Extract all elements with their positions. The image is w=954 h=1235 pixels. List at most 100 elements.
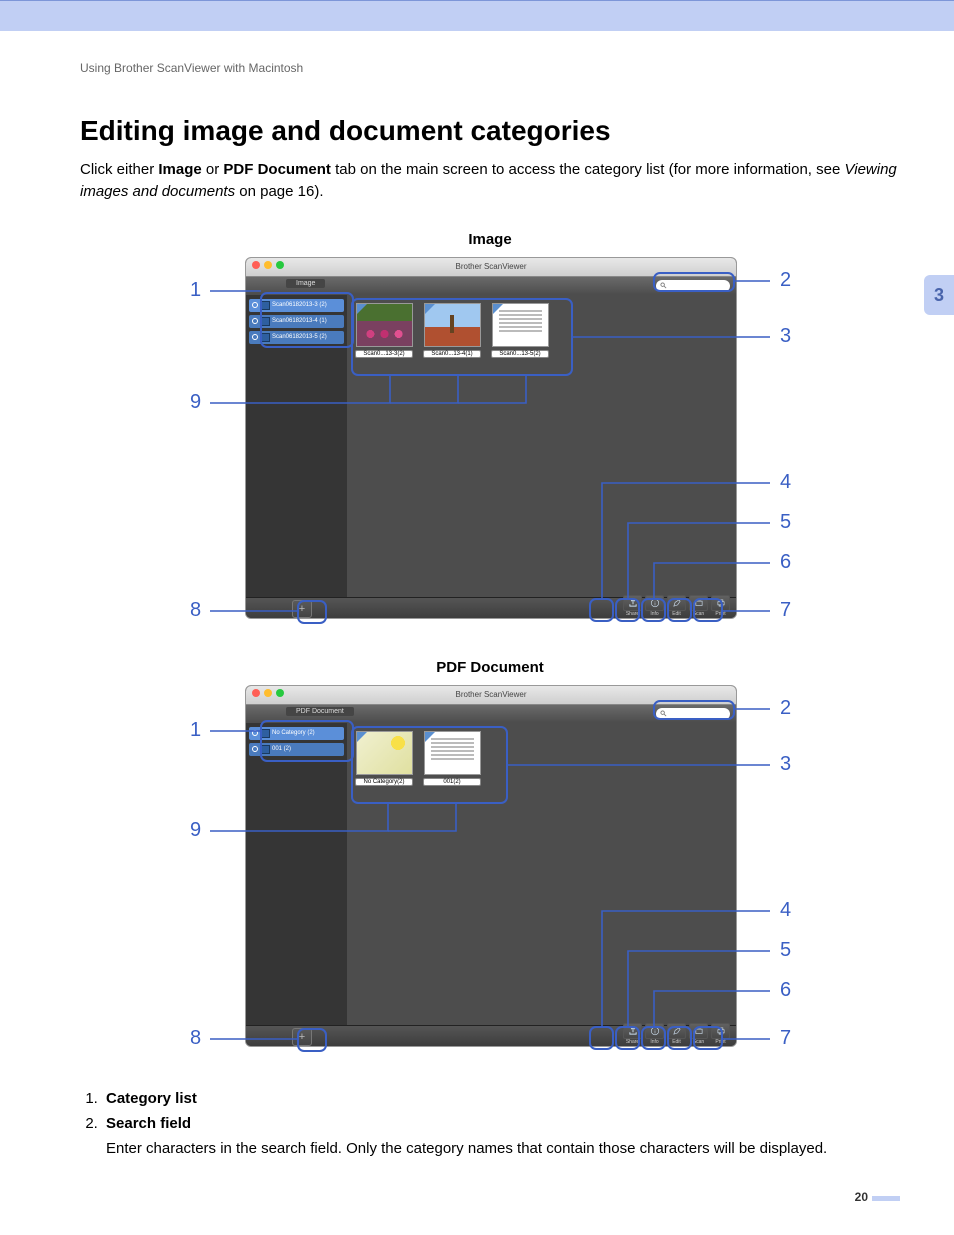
callout-6: 6 [778, 551, 793, 574]
page-number-value: 20 [855, 1190, 868, 1204]
search-input[interactable] [656, 280, 730, 292]
search-icon [660, 710, 667, 717]
category-item[interactable]: 001 (2) [249, 743, 344, 756]
category-list[interactable]: Scan06182013-3 (2) Scan06182013-4 (1) Sc… [246, 295, 347, 597]
svg-text:i: i [654, 601, 655, 607]
thumbnail[interactable]: Scan0...13-4(1) [423, 303, 481, 589]
add-button[interactable]: + [292, 1028, 312, 1046]
scan-button[interactable]: Scan [689, 595, 708, 617]
figure-image: Image Brother ScanViewer Image Scan06182… [150, 231, 830, 639]
callout-2: 2 [778, 697, 793, 720]
info-label: Info [650, 1039, 658, 1045]
intro-text: Click either [80, 161, 158, 178]
share-label: Share [626, 1039, 639, 1045]
category-label: Scan06182013-3 (2) [272, 302, 327, 308]
category-item[interactable]: Scan06182013-5 (2) [249, 331, 344, 344]
figure-pdf: PDF Document Brother ScanViewer PDF Docu… [150, 659, 830, 1067]
print-button[interactable]: Print [711, 1023, 730, 1045]
window-controls[interactable] [252, 689, 284, 697]
intro-text: on page 16). [235, 183, 323, 200]
close-icon[interactable] [252, 261, 260, 269]
legend-item-1: Category list [102, 1087, 900, 1110]
callout-7: 7 [778, 599, 793, 622]
callout-8: 8 [188, 1027, 203, 1050]
title-bar: Brother ScanViewer [246, 686, 736, 705]
svg-text:i: i [654, 1029, 655, 1035]
zoom-icon[interactable] [276, 689, 284, 697]
toolbar: Image [246, 277, 736, 295]
window-controls[interactable] [252, 261, 284, 269]
page-number-bar [872, 1196, 900, 1201]
thumbnail-area: No Category(2) 001(2) [347, 723, 736, 1025]
legend-item-2: Search fieldEnter characters in the sear… [102, 1112, 900, 1161]
category-item[interactable]: Scan06182013-3 (2) [249, 299, 344, 312]
legend-title: Category list [106, 1090, 197, 1107]
intro-paragraph: Click either Image or PDF Document tab o… [80, 159, 900, 203]
thumbnail[interactable]: 001(2) [423, 731, 481, 1017]
figure-caption: PDF Document [150, 659, 830, 676]
print-button[interactable]: Print [711, 595, 730, 617]
close-icon[interactable] [252, 689, 260, 697]
thumbnail[interactable]: No Category(2) [355, 731, 413, 1017]
category-item[interactable]: Scan06182013-4 (1) [249, 315, 344, 328]
info-label: Info [650, 611, 658, 617]
search-input[interactable] [656, 708, 730, 720]
thumbnail[interactable]: Scan0...13-3(2) [355, 303, 413, 589]
print-label: Print [715, 1039, 725, 1045]
category-item[interactable]: No Category (2) [249, 727, 344, 740]
edit-button[interactable]: Edit [667, 595, 686, 617]
add-button[interactable]: + [292, 600, 312, 618]
zoom-icon[interactable] [276, 261, 284, 269]
app-window-pdf: Brother ScanViewer PDF Document No Categ… [245, 685, 737, 1047]
callout-4: 4 [778, 899, 793, 922]
search-icon [660, 282, 667, 289]
tab-label[interactable]: Image [286, 279, 325, 288]
thumbnail[interactable]: Scan0...13-5(2) [491, 303, 549, 589]
legend-desc: Enter characters in the search field. On… [106, 1137, 900, 1160]
print-label: Print [715, 611, 725, 617]
callout-3: 3 [778, 753, 793, 776]
share-label: Share [626, 611, 639, 617]
edit-button[interactable]: Edit [667, 1023, 686, 1045]
tab-label[interactable]: PDF Document [286, 707, 354, 716]
callout-9: 9 [188, 391, 203, 414]
breadcrumb: Using Brother ScanViewer with Macintosh [80, 61, 900, 75]
thumbnail-area: Scan0...13-3(2) Scan0...13-4(1) Scan0...… [347, 295, 736, 597]
category-label: No Category (2) [272, 730, 315, 736]
intro-text: tab on the main screen to access the cat… [331, 161, 845, 178]
callout-5: 5 [778, 939, 793, 962]
thumb-label: Scan0...13-5(2) [491, 350, 549, 358]
info-button[interactable]: i Info [645, 595, 664, 617]
thumb-label: Scan0...13-3(2) [355, 350, 413, 358]
callout-1: 1 [188, 279, 203, 302]
thumb-label: No Category(2) [355, 778, 413, 786]
app-window-image: Brother ScanViewer Image Scan06182013-3 … [245, 257, 737, 619]
callout-8: 8 [188, 599, 203, 622]
intro-text: or [202, 161, 224, 178]
title-bar: Brother ScanViewer [246, 258, 736, 277]
category-label: Scan06182013-4 (1) [272, 318, 327, 324]
callout-4: 4 [778, 471, 793, 494]
toolbar: PDF Document [246, 705, 736, 723]
legend-list: Category list Search fieldEnter characte… [80, 1087, 900, 1161]
share-button[interactable]: Share [623, 595, 642, 617]
callout-2: 2 [778, 269, 793, 292]
info-button[interactable]: i Info [645, 1023, 664, 1045]
pdf-tab-ref: PDF Document [223, 161, 331, 178]
page-content: Using Brother ScanViewer with Macintosh … [0, 31, 900, 1204]
scan-label: Scan [693, 611, 704, 617]
bottom-toolbar: + Share i Info Edit Scan Print [246, 597, 736, 619]
category-label: 001 (2) [272, 746, 291, 752]
category-label: Scan06182013-5 (2) [272, 334, 327, 340]
image-tab-ref: Image [158, 161, 201, 178]
minimize-icon[interactable] [264, 261, 272, 269]
callout-6: 6 [778, 979, 793, 1002]
category-list[interactable]: No Category (2) 001 (2) [246, 723, 347, 1025]
edit-label: Edit [672, 611, 681, 617]
figure-caption: Image [150, 231, 830, 248]
minimize-icon[interactable] [264, 689, 272, 697]
share-button[interactable]: Share [623, 1023, 642, 1045]
bottom-toolbar: + Share i Info Edit Scan Print [246, 1025, 736, 1047]
callout-3: 3 [778, 325, 793, 348]
scan-button[interactable]: Scan [689, 1023, 708, 1045]
